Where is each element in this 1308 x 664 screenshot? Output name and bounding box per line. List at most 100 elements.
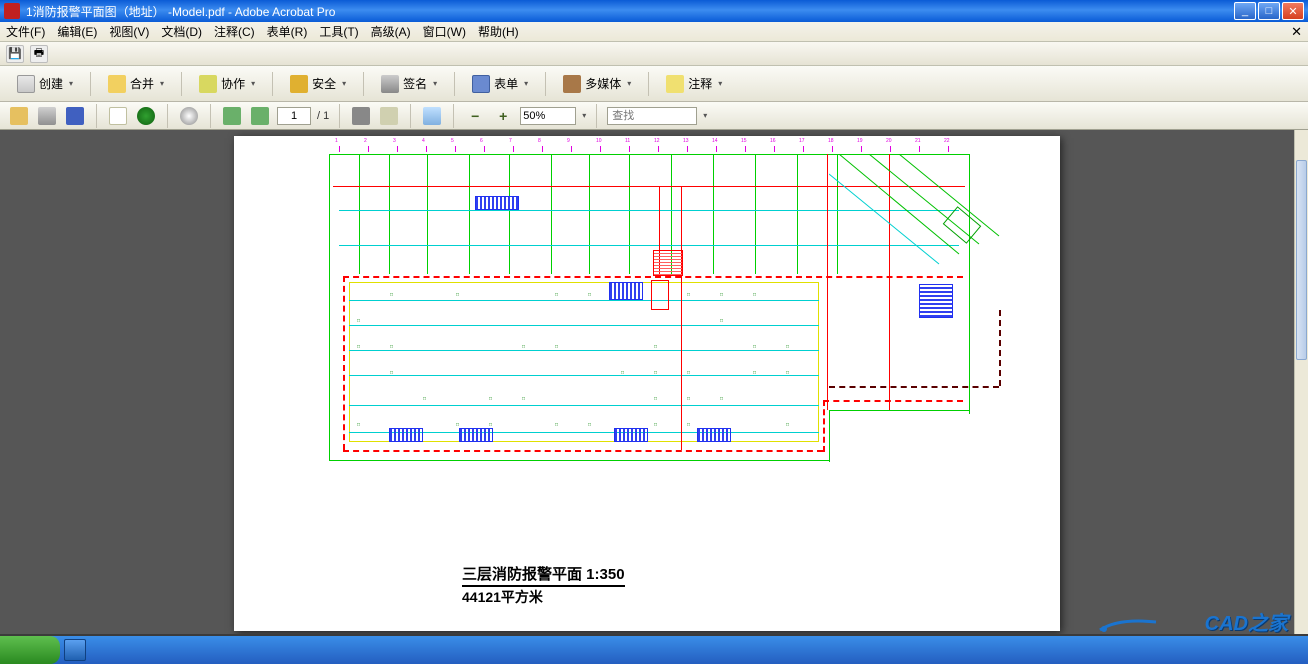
secure-button[interactable]: 安全 ▾: [281, 71, 355, 97]
floppy-icon: [66, 107, 84, 125]
separator: [545, 72, 546, 96]
page-total-label: / 1: [317, 110, 329, 122]
chevron-down-icon[interactable]: ▾: [703, 111, 707, 120]
app-icon: [4, 3, 20, 19]
comment-label: 注释: [688, 75, 712, 92]
document-viewport[interactable]: 12345678910111213141516171819202122□□□□□…: [0, 130, 1294, 634]
menu-edit[interactable]: 编辑(E): [51, 21, 103, 42]
folder-open-icon: [10, 107, 28, 125]
separator: [410, 104, 411, 128]
hand-tool-button[interactable]: [378, 105, 400, 127]
chevron-down-icon: ▾: [718, 79, 722, 88]
forms-button[interactable]: 表单 ▾: [463, 71, 537, 97]
printer-icon: [38, 107, 56, 125]
comment-button[interactable]: 注释 ▾: [657, 71, 731, 97]
chevron-down-icon: ▾: [69, 79, 73, 88]
menu-file[interactable]: 文件(F): [0, 21, 51, 42]
zoom-level-select[interactable]: [520, 107, 576, 125]
taskbar-item[interactable]: [64, 639, 86, 661]
print-setup-button[interactable]: 🖶: [30, 45, 48, 63]
separator: [167, 104, 168, 128]
arrow-down-icon: [251, 107, 269, 125]
menu-forms[interactable]: 表单(R): [261, 21, 314, 42]
vertical-scrollbar[interactable]: [1294, 130, 1308, 634]
arrow-up-icon: [223, 107, 241, 125]
printer-icon: 🖶: [34, 44, 44, 63]
create-button[interactable]: 创建 ▾: [8, 71, 82, 97]
menu-tools[interactable]: 工具(T): [313, 21, 364, 42]
menu-help[interactable]: 帮助(H): [472, 21, 525, 42]
hand-icon: [380, 107, 398, 125]
separator: [363, 72, 364, 96]
save-button[interactable]: [64, 105, 86, 127]
menu-view[interactable]: 视图(V): [103, 21, 155, 42]
zoom-in-button[interactable]: +: [492, 105, 514, 127]
chevron-down-icon: ▾: [160, 79, 164, 88]
close-button[interactable]: ✕: [1282, 2, 1304, 20]
cursor-icon: [352, 107, 370, 125]
print-button[interactable]: [36, 105, 58, 127]
globe-icon: [137, 107, 155, 125]
drawing-area-label: 44121平方米: [462, 587, 543, 607]
chevron-down-icon: ▾: [524, 79, 528, 88]
multimedia-icon: [563, 75, 581, 93]
separator: [454, 72, 455, 96]
pen-icon: [381, 75, 399, 93]
email-button[interactable]: [107, 105, 129, 127]
separator: [648, 72, 649, 96]
merge-icon: [108, 75, 126, 93]
menu-window[interactable]: 窗口(W): [417, 21, 472, 42]
drawing-title: 三层消防报警平面 1:350: [462, 563, 625, 587]
find-input[interactable]: [607, 107, 697, 125]
chevron-down-icon[interactable]: ▾: [582, 111, 586, 120]
task-toolbar: 创建 ▾ 合并 ▾ 协作 ▾ 安全 ▾ 签名 ▾ 表单 ▾ 多媒体 ▾ 注释 ▾: [0, 66, 1308, 102]
separator: [181, 72, 182, 96]
open-button[interactable]: [8, 105, 30, 127]
title-bar: 1消防报警平面图（地址） -Model.pdf - Adobe Acrobat …: [0, 0, 1308, 22]
multimedia-button[interactable]: 多媒体 ▾: [554, 71, 640, 97]
chevron-down-icon: ▾: [433, 79, 437, 88]
menu-document[interactable]: 文档(D): [155, 21, 208, 42]
page-number-input[interactable]: [277, 107, 311, 125]
zoom-out-button[interactable]: −: [464, 105, 486, 127]
plus-icon: +: [494, 107, 512, 125]
multimedia-label: 多媒体: [585, 75, 621, 92]
secure-label: 安全: [312, 75, 336, 92]
maximize-button[interactable]: □: [1258, 2, 1280, 20]
menu-comments[interactable]: 注释(C): [208, 21, 261, 42]
sign-button[interactable]: 签名 ▾: [372, 71, 446, 97]
minus-icon: −: [466, 107, 484, 125]
search-tool-button[interactable]: [178, 105, 200, 127]
select-tool-button[interactable]: [350, 105, 372, 127]
merge-button[interactable]: 合并 ▾: [99, 71, 173, 97]
next-page-button[interactable]: [249, 105, 271, 127]
windows-taskbar: [0, 636, 1308, 664]
window-title: 1消防报警平面图（地址） -Model.pdf - Adobe Acrobat …: [26, 3, 1234, 20]
lock-icon: [290, 75, 308, 93]
marquee-zoom-button[interactable]: [421, 105, 443, 127]
collaborate-label: 协作: [221, 75, 245, 92]
separator: [96, 104, 97, 128]
quick-toolbar: 💾 🖶: [0, 42, 1308, 66]
collaborate-icon: [199, 75, 217, 93]
collaborate-button[interactable]: 协作 ▾: [190, 71, 264, 97]
menu-advanced[interactable]: 高级(A): [365, 21, 417, 42]
close-document-button[interactable]: ✕: [1291, 24, 1302, 40]
pdf-page: 12345678910111213141516171819202122□□□□□…: [234, 136, 1060, 631]
minimize-button[interactable]: _: [1234, 2, 1256, 20]
start-button[interactable]: [0, 636, 60, 664]
scrollbar-thumb[interactable]: [1296, 160, 1307, 360]
menu-bar: 文件(F) 编辑(E) 视图(V) 文档(D) 注释(C) 表单(R) 工具(T…: [0, 22, 1308, 42]
separator: [272, 72, 273, 96]
organizer-button[interactable]: 💾: [6, 45, 24, 63]
marquee-zoom-icon: [423, 107, 441, 125]
chevron-down-icon: ▾: [251, 79, 255, 88]
save-disk-icon: 💾: [8, 47, 22, 60]
separator: [453, 104, 454, 128]
navigation-toolbar: / 1 − + ▾ ▾: [0, 102, 1308, 130]
web-button[interactable]: [135, 105, 157, 127]
magnifier-icon: [180, 107, 198, 125]
prev-page-button[interactable]: [221, 105, 243, 127]
separator: [90, 72, 91, 96]
form-icon: [472, 75, 490, 93]
